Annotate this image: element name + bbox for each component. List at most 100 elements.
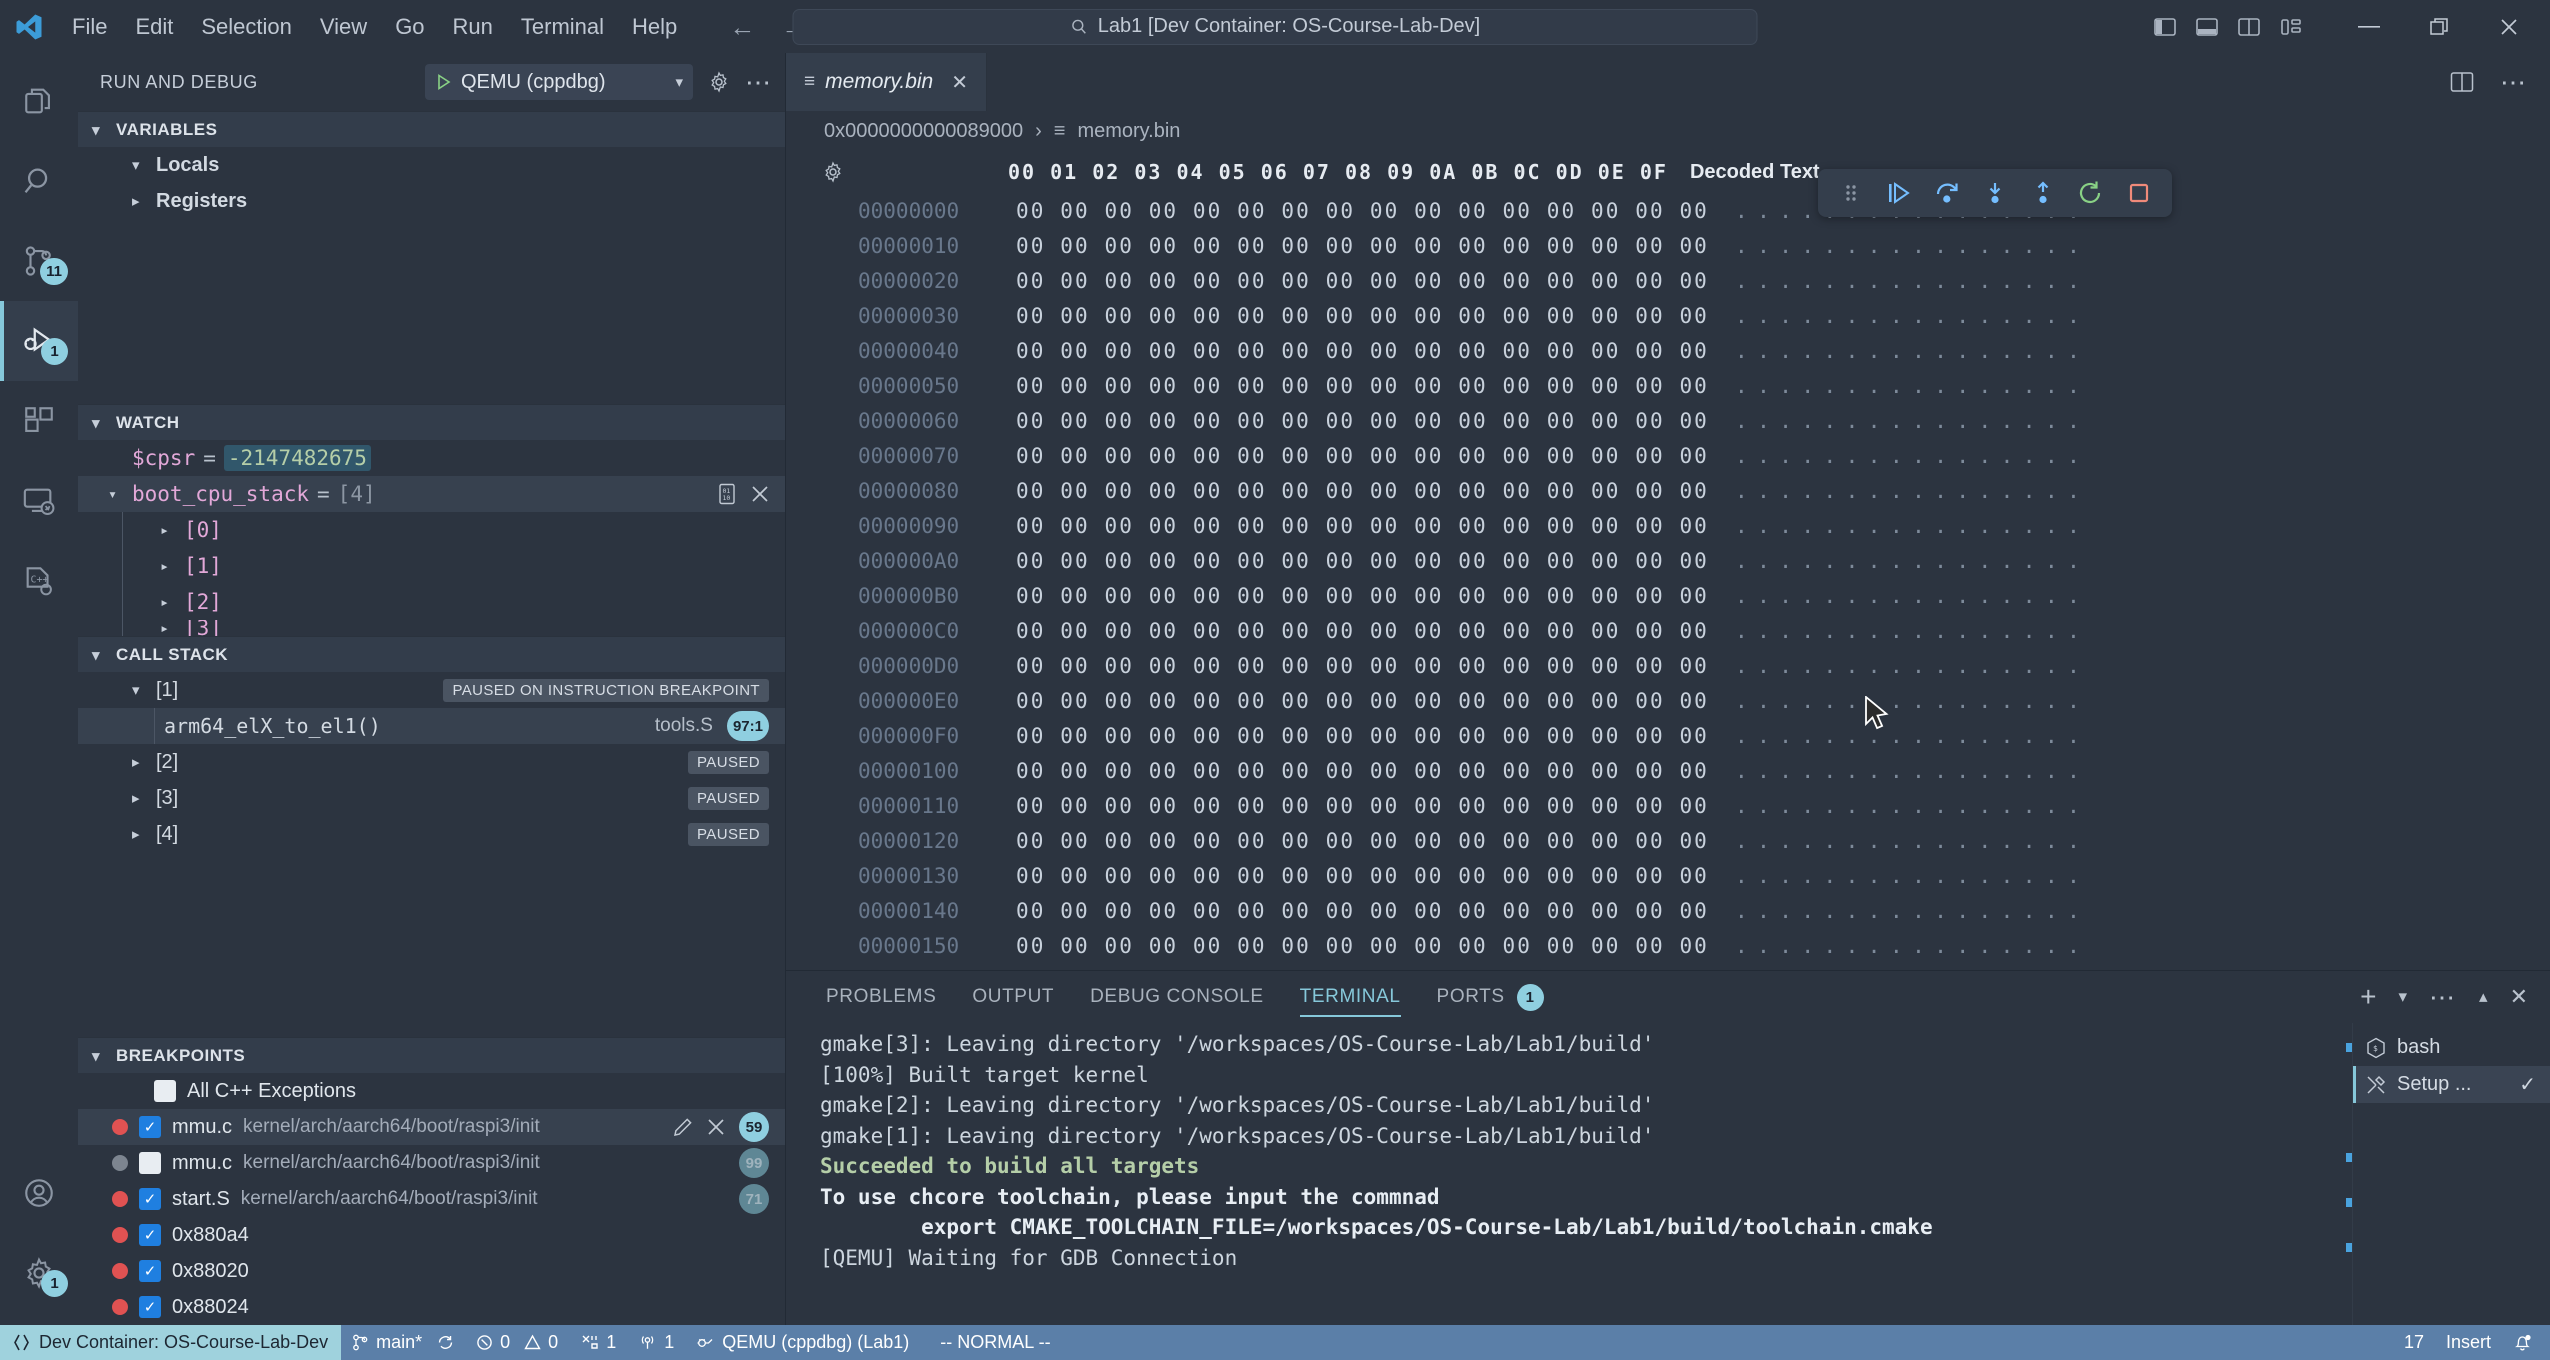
tab-debug-console[interactable]: DEBUG CONSOLE [1072,971,1282,1023]
tab-memory-bin[interactable]: ≡ memory.bin ✕ [786,53,987,111]
hex-row[interactable]: 00000110 00 00 00 00 00 00 00 00 00 00 00… [786,788,2550,823]
hex-row[interactable]: 00000100 00 00 00 00 00 00 00 00 00 00 00… [786,753,2550,788]
breadcrumb-address[interactable]: 0x0000000000089000 [824,120,1023,143]
close-icon[interactable] [2474,0,2544,53]
bell-dot-icon[interactable] [2502,1325,2550,1360]
tab-output[interactable]: OUTPUT [954,971,1072,1023]
source-control-icon[interactable]: 11 [0,221,78,301]
hex-row[interactable]: 00000040 00 00 00 00 00 00 00 00 00 00 00… [786,333,2550,368]
status-insert-mode[interactable]: Insert [2435,1325,2502,1360]
hex-row-decoded[interactable]: ................ [1735,724,2089,748]
hex-row-bytes[interactable]: 00 00 00 00 00 00 00 00 00 00 00 00 00 0… [1016,724,1709,748]
status-debug-session[interactable]: QEMU (cppdbg) (Lab1) [685,1325,920,1360]
search-icon[interactable] [0,141,78,221]
tab-terminal[interactable]: TERMINAL [1282,971,1419,1023]
hex-row[interactable]: 00000060 00 00 00 00 00 00 00 00 00 00 00… [786,403,2550,438]
hex-row-decoded[interactable]: ................ [1735,444,2089,468]
checkbox-unchecked[interactable]: ✓ [154,1080,176,1102]
menu-go[interactable]: Go [381,9,438,45]
callstack-section-header[interactable]: ▾ CALL STACK [78,636,785,672]
hex-row-decoded[interactable]: ................ [1735,759,2089,783]
hex-row-bytes[interactable]: 00 00 00 00 00 00 00 00 00 00 00 00 00 0… [1016,514,1709,538]
checkbox-checked[interactable]: ✓ [139,1296,161,1318]
edit-icon[interactable] [673,1117,693,1137]
accounts-icon[interactable] [0,1153,78,1233]
hex-row-bytes[interactable]: 00 00 00 00 00 00 00 00 00 00 00 00 00 0… [1016,584,1709,608]
hex-row-bytes[interactable]: 00 00 00 00 00 00 00 00 00 00 00 00 00 0… [1016,479,1709,503]
checkbox-checked[interactable]: ✓ [139,1116,161,1138]
remove-icon[interactable] [707,1118,725,1136]
hex-row-decoded[interactable]: ................ [1735,409,2089,433]
hex-row[interactable]: 000000B0 00 00 00 00 00 00 00 00 00 00 00… [786,578,2550,613]
menu-help[interactable]: Help [618,9,691,45]
table-row[interactable]: ✓ start.S kernel/arch/aarch64/boot/raspi… [78,1181,785,1217]
hex-row-decoded[interactable]: ................ [1735,829,2089,853]
remote-indicator[interactable]: Dev Container: OS-Course-Lab-Dev [0,1325,342,1360]
stop-icon[interactable] [2118,172,2160,214]
hex-row[interactable]: 00000080 00 00 00 00 00 00 00 00 00 00 00… [786,473,2550,508]
remove-expression-icon[interactable] [751,485,769,503]
close-icon[interactable]: ✕ [951,70,968,95]
gear-icon[interactable] [707,70,731,94]
minimize-icon[interactable] [2334,0,2404,53]
new-terminal-icon[interactable]: + [2360,983,2376,1011]
watch-cpsr-value[interactable]: -2147482675 [223,445,371,471]
hex-row-bytes[interactable]: 00 00 00 00 00 00 00 00 00 00 00 00 00 0… [1016,339,1709,363]
menu-terminal[interactable]: Terminal [507,9,618,45]
hex-row[interactable]: 000000E0 00 00 00 00 00 00 00 00 00 00 00… [786,683,2550,718]
hex-row-bytes[interactable]: 00 00 00 00 00 00 00 00 00 00 00 00 00 0… [1016,304,1709,328]
step-into-icon[interactable] [1974,172,2016,214]
watch-item-3[interactable]: ▸ [3] [78,620,785,636]
menu-edit[interactable]: Edit [121,9,187,45]
hex-row-decoded[interactable]: ................ [1735,934,2089,958]
hex-row-bytes[interactable]: 00 00 00 00 00 00 00 00 00 00 00 00 00 0… [1016,934,1709,958]
toggle-secondary-sidebar-icon[interactable] [2228,6,2270,48]
chevron-down-icon[interactable]: ▾ [2398,987,2407,1007]
variables-item-registers[interactable]: ▸ Registers [78,183,785,219]
status-problems[interactable]: 0 0 [465,1325,569,1360]
terminal-output[interactable]: gmake[3]: Leaving directory '/workspaces… [786,1023,2346,1325]
checkbox-unchecked[interactable]: ✓ [139,1152,161,1174]
hex-row[interactable]: 000000A0 00 00 00 00 00 00 00 00 00 00 00… [786,543,2550,578]
chevron-up-icon[interactable]: ▴ [2479,987,2488,1007]
step-out-icon[interactable] [2022,172,2064,214]
hex-row[interactable]: 00000030 00 00 00 00 00 00 00 00 00 00 00… [786,298,2550,333]
hex-rows[interactable]: 00000000 00 00 00 00 00 00 00 00 00 00 00… [786,193,2550,963]
hex-row-bytes[interactable]: 00 00 00 00 00 00 00 00 00 00 00 00 00 0… [1016,444,1709,468]
hex-row-bytes[interactable]: 00 00 00 00 00 00 00 00 00 00 00 00 00 0… [1016,794,1709,818]
hex-row[interactable]: 000000F0 00 00 00 00 00 00 00 00 00 00 00… [786,718,2550,753]
breadcrumb-file[interactable]: memory.bin [1077,120,1180,143]
hex-row-decoded[interactable]: ................ [1735,374,2089,398]
hex-row[interactable]: 00000120 00 00 00 00 00 00 00 00 00 00 00… [786,823,2550,858]
hex-row[interactable]: 00000020 00 00 00 00 00 00 00 00 00 00 00… [786,263,2550,298]
table-row[interactable]: ✓ 0x880a4 [78,1217,785,1253]
callstack-thread-2[interactable]: ▸ [2] PAUSED [78,744,785,780]
table-row[interactable]: ✓ mmu.c kernel/arch/aarch64/boot/raspi3/… [78,1145,785,1181]
hex-row-decoded[interactable]: ................ [1735,269,2089,293]
hex-row-bytes[interactable]: 00 00 00 00 00 00 00 00 00 00 00 00 00 0… [1016,374,1709,398]
hex-row-decoded[interactable]: ................ [1735,689,2089,713]
hex-row-decoded[interactable]: ................ [1735,549,2089,573]
more-actions-icon[interactable]: ⋯ [2429,982,2457,1013]
hex-row[interactable]: 00000150 00 00 00 00 00 00 00 00 00 00 00… [786,928,2550,963]
watch-item-2[interactable]: ▸ [2] [78,584,785,620]
customize-layout-icon[interactable] [2270,6,2312,48]
hex-row[interactable]: 00000010 00 00 00 00 00 00 00 00 00 00 00… [786,228,2550,263]
hex-row-decoded[interactable]: ................ [1735,234,2089,258]
table-row[interactable]: ✓ 0x88020 [78,1253,785,1289]
gear-icon[interactable] [808,160,858,184]
hex-row-decoded[interactable]: ................ [1735,584,2089,608]
status-branch[interactable]: main* [341,1325,465,1360]
hex-row-decoded[interactable]: ................ [1735,479,2089,503]
hex-row[interactable]: 000000C0 00 00 00 00 00 00 00 00 00 00 00… [786,613,2550,648]
drag-handle-icon[interactable] [1830,172,1872,214]
quick-open-bar[interactable]: Lab1 [Dev Container: OS-Course-Lab-Dev] [792,8,1758,45]
menu-file[interactable]: File [58,9,121,45]
terminal-list-item-bash[interactable]: $ bash [2353,1029,2550,1066]
explorer-icon[interactable] [0,61,78,141]
checkbox-checked[interactable]: ✓ [139,1188,161,1210]
hex-row[interactable]: 000000D0 00 00 00 00 00 00 00 00 00 00 00… [786,648,2550,683]
launch-configuration-dropdown[interactable]: QEMU (cppdbg) ▾ [425,64,693,100]
callstack-thread-3[interactable]: ▸ [3] PAUSED [78,780,785,816]
checkbox-checked[interactable]: ✓ [139,1224,161,1246]
